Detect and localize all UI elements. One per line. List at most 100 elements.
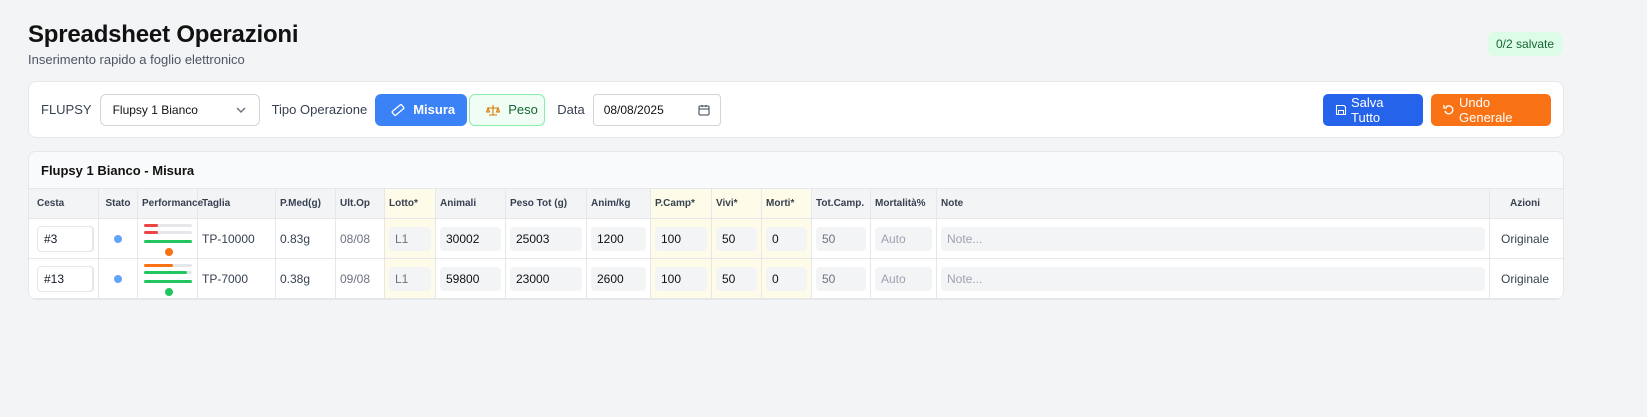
undo-all-button[interactable]: Undo Generale xyxy=(1431,93,1551,126)
col-header-pcamp: P.Camp* xyxy=(651,189,712,218)
lotto-cell: L1 xyxy=(385,259,436,298)
note-field[interactable]: Note... xyxy=(941,266,1485,291)
anim-kg-field[interactable]: 2600 xyxy=(591,266,646,291)
col-header-taglia: Taglia xyxy=(198,189,276,218)
op-peso-button[interactable]: Peso xyxy=(469,93,546,126)
op-misura-button[interactable]: Misura xyxy=(375,93,468,126)
save-all-label: Salva Tutto xyxy=(1351,94,1384,125)
op-peso-label: Peso xyxy=(508,102,538,117)
morti-field[interactable]: 0 xyxy=(766,226,807,251)
note-field[interactable]: Note... xyxy=(941,226,1485,251)
flupsy-label: FLUPSY xyxy=(41,102,92,117)
peso-tot-field[interactable]: 23000 xyxy=(510,266,582,291)
morti-field[interactable]: 0 xyxy=(766,266,807,291)
table-row: #13 TP-7000 0.38g 09/08 L1 59800 23000 2… xyxy=(29,259,1563,299)
anim-kg-field[interactable]: 1200 xyxy=(591,226,646,251)
performance-bar-2 xyxy=(144,270,192,274)
cesta-cell: #3 xyxy=(29,219,99,258)
animkg-cell: 2600 xyxy=(587,259,651,298)
cesta-field[interactable]: #13 xyxy=(37,265,94,292)
status-dot xyxy=(114,234,122,243)
stato-cell xyxy=(99,219,138,258)
ultop-value: 09/08 xyxy=(336,259,385,298)
col-header-lotto: Lotto* xyxy=(385,189,436,218)
taglia-value: TP-10000 xyxy=(198,219,276,258)
col-header-performance: Performance xyxy=(138,189,203,218)
col-header-tot-camp: Tot.Camp. xyxy=(812,189,871,218)
tot-camp-field: 50 xyxy=(816,266,866,291)
cesta-cell: #13 xyxy=(29,259,99,298)
peso-cell: 23000 xyxy=(506,259,587,298)
lotto-field[interactable]: L1 xyxy=(389,266,431,291)
peso-cell: 25003 xyxy=(506,219,587,258)
peso-tot-field[interactable]: 25003 xyxy=(510,226,582,251)
vivi-field[interactable]: 50 xyxy=(716,266,757,291)
lotto-field[interactable]: L1 xyxy=(389,226,431,251)
taglia-value: TP-7000 xyxy=(198,259,276,298)
calendar-icon[interactable] xyxy=(698,104,710,116)
flupsy-select[interactable]: Flupsy 1 Bianco xyxy=(99,93,260,126)
mortalita-cell: Auto xyxy=(871,259,937,298)
col-header-stato: Stato xyxy=(99,189,138,218)
save-icon xyxy=(1335,104,1347,116)
mortalita-cell: Auto xyxy=(871,219,937,258)
morti-cell: 0 xyxy=(762,259,812,298)
ruler-icon xyxy=(391,103,405,117)
toolbar: FLUPSY Flupsy 1 Bianco Tipo Operazione M… xyxy=(28,81,1564,138)
date-value: 08/08/2025 xyxy=(603,102,664,117)
ultop-value: 08/08 xyxy=(336,219,385,258)
performance-bar-3 xyxy=(144,239,192,243)
performance-bar-2 xyxy=(144,230,192,234)
azioni-value: Originale xyxy=(1500,231,1550,246)
pmed-value: 0.83g xyxy=(276,219,336,258)
pcamp-cell: 100 xyxy=(651,259,712,298)
grid-title: Flupsy 1 Bianco - Misura xyxy=(29,152,1563,189)
col-header-azioni: Azioni xyxy=(1510,198,1540,209)
pcamp-field[interactable]: 100 xyxy=(655,226,707,251)
performance-indicator xyxy=(142,262,193,296)
performance-indicator xyxy=(142,222,193,256)
totcamp-cell: 50 xyxy=(812,259,871,298)
animkg-cell: 1200 xyxy=(587,219,651,258)
animali-cell: 30002 xyxy=(436,219,506,258)
date-input[interactable]: 08/08/2025 xyxy=(592,93,721,126)
vivi-cell: 50 xyxy=(712,219,762,258)
performance-bar-1 xyxy=(144,223,192,227)
performance-bar-fill xyxy=(144,263,173,267)
azioni-value: Originale xyxy=(1500,271,1550,286)
cesta-field[interactable]: #3 xyxy=(37,225,94,252)
col-header-pmed: P.Med(g) xyxy=(276,189,336,218)
undo-all-label: Undo Generale xyxy=(1459,94,1513,125)
pmed-value: 0.38g xyxy=(276,259,336,298)
op-type-label: Tipo Operazione xyxy=(271,102,368,117)
performance-bar-fill xyxy=(144,223,159,227)
performance-dot xyxy=(165,287,173,296)
performance-bar-1 xyxy=(144,263,192,267)
morti-cell: 0 xyxy=(762,219,812,258)
performance-bar-fill xyxy=(144,239,192,243)
scale-icon xyxy=(486,103,501,117)
col-header-ultop: Ult.Op xyxy=(336,189,385,218)
animali-field[interactable]: 30002 xyxy=(440,226,501,251)
vivi-field[interactable]: 50 xyxy=(716,226,757,251)
undo-icon xyxy=(1443,104,1455,116)
save-all-button[interactable]: Salva Tutto xyxy=(1323,93,1423,126)
col-header-peso-tot: Peso Tot (g) xyxy=(506,189,587,218)
pcamp-field[interactable]: 100 xyxy=(655,266,707,291)
performance-cell xyxy=(138,219,198,258)
col-header-morti: Morti* xyxy=(762,189,812,218)
stato-cell xyxy=(99,259,138,298)
grid-header-row: Cesta Stato Performance Taglia P.Med(g) … xyxy=(29,189,1563,219)
mortalita-field: Auto xyxy=(875,226,932,251)
animali-cell: 59800 xyxy=(436,259,506,298)
totcamp-cell: 50 xyxy=(812,219,871,258)
flupsy-select-value: Flupsy 1 Bianco xyxy=(112,102,198,117)
lotto-cell: L1 xyxy=(385,219,436,258)
animali-field[interactable]: 59800 xyxy=(440,266,501,291)
tot-camp-field: 50 xyxy=(816,226,866,251)
chevron-down-icon xyxy=(236,107,246,113)
col-header-cesta: Cesta xyxy=(29,189,99,218)
pcamp-cell: 100 xyxy=(651,219,712,258)
performance-bar-fill xyxy=(144,279,192,283)
performance-bar-fill xyxy=(144,270,188,274)
